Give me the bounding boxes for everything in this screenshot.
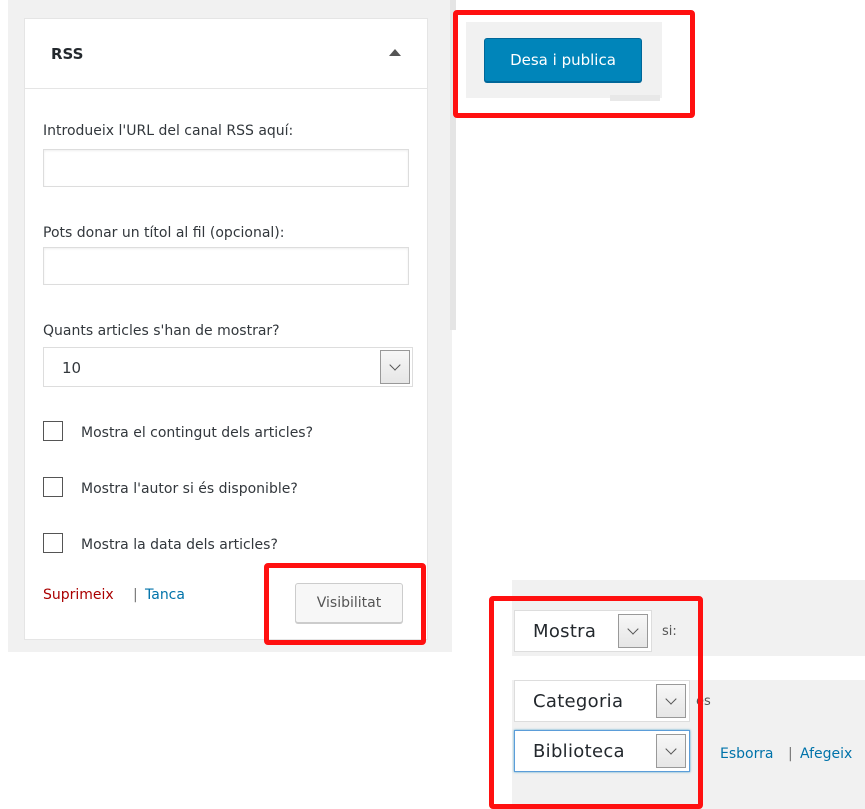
delete-rule-link[interactable]: Esborra: [720, 746, 773, 762]
item-count-label: Quants articles s'han de mostrar?: [43, 323, 280, 339]
feed-title-input[interactable]: [43, 247, 409, 285]
dropdown-button[interactable]: [380, 350, 410, 384]
widget-header[interactable]: RSS: [25, 19, 427, 89]
item-count-select[interactable]: 10: [43, 347, 413, 387]
add-rule-link[interactable]: Afegeix: [800, 746, 852, 762]
close-widget-link[interactable]: Tanca: [145, 587, 185, 603]
show-content-checkbox[interactable]: [43, 421, 63, 441]
rss-widget: RSS Introdueix l'URL del canal RSS aquí:…: [24, 18, 428, 640]
highlight-publish: [453, 10, 695, 118]
widget-title: RSS: [51, 45, 84, 63]
item-count-value: 10: [62, 359, 82, 377]
show-date-checkbox[interactable]: [43, 533, 63, 553]
chevron-down-icon: [389, 359, 401, 372]
link-separator: |: [133, 587, 138, 603]
rss-url-input[interactable]: [43, 149, 409, 187]
show-author-label: Mostra l'autor si és disponible?: [81, 481, 298, 497]
show-author-checkbox[interactable]: [43, 477, 63, 497]
highlight-visibility: [264, 563, 426, 645]
show-content-label: Mostra el contingut dels articles?: [81, 425, 314, 441]
feed-title-label: Pots donar un títol al fil (opcional):: [43, 225, 285, 241]
collapse-arrow-icon[interactable]: [389, 49, 401, 56]
delete-widget-link[interactable]: Suprimeix: [43, 587, 114, 603]
rule-link-separator: |: [788, 746, 793, 762]
highlight-rules: [489, 596, 703, 809]
show-date-label: Mostra la data dels articles?: [81, 537, 278, 553]
url-label: Introdueix l'URL del canal RSS aquí:: [43, 123, 294, 139]
